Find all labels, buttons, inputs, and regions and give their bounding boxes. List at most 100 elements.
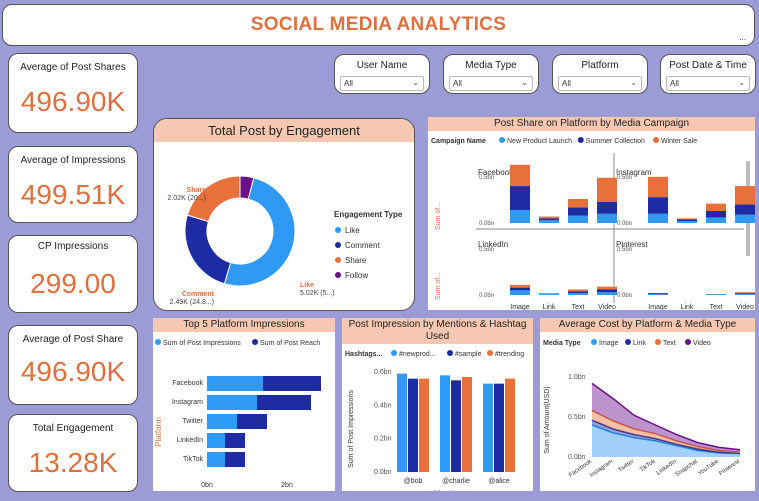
- bar: [225, 433, 245, 448]
- mentions-chart-title: Post Impression by Mentions & Hashtag Us…: [342, 318, 533, 344]
- bar-segment: [735, 293, 755, 295]
- legend-marker: [335, 257, 341, 263]
- slicer-dropdown[interactable]: All ⌄: [449, 76, 533, 91]
- x-tick-label: Text: [572, 304, 585, 310]
- title-bar: SOCIAL MEDIA ANALYTICS ...: [2, 4, 755, 46]
- bar-segment: [706, 294, 726, 295]
- campaign-chart[interactable]: Campaign Name New Product Launch Summer Co…: [428, 131, 755, 320]
- legend-marker: [591, 339, 597, 345]
- bar-segment: [568, 215, 588, 223]
- bar-segment: [539, 294, 559, 295]
- bar-segment: [568, 293, 588, 295]
- slicer-dropdown[interactable]: All ⌄: [340, 76, 424, 91]
- bar: [207, 395, 257, 410]
- slicer-dropdown[interactable]: All ⌄: [666, 76, 750, 91]
- legend-marker: [252, 339, 258, 345]
- bar: [225, 452, 245, 467]
- mentions-chart[interactable]: Hashtags... #newprod... #sample #trending 0.…: [342, 344, 533, 498]
- bar-segment: [510, 186, 530, 211]
- donut-title: Total Post by Engagement: [154, 119, 414, 142]
- y-tick-label: 0.0bn: [617, 221, 632, 227]
- legend-title: Media Type: [543, 340, 581, 347]
- bar-segment: [539, 293, 559, 295]
- slicer-platform[interactable]: Platform All ⌄: [552, 54, 648, 94]
- more-options-icon[interactable]: ...: [739, 33, 746, 42]
- y-tick-label: 0.5bn: [617, 247, 632, 253]
- bar-segment: [539, 216, 559, 219]
- cost-chart-panel: Average Cost by Platform & Media Type Me…: [540, 318, 755, 500]
- bar-segment: [568, 199, 588, 208]
- legend-label: Sum of Post Reach: [260, 340, 320, 347]
- slicer-media-type[interactable]: Media Type All ⌄: [443, 54, 539, 94]
- legend-label: #trending: [495, 351, 524, 358]
- y-axis-label: Sum of...: [435, 202, 442, 230]
- bar-segment: [677, 219, 697, 222]
- slicer-post-date[interactable]: Post Date & Time All ⌄: [660, 54, 756, 94]
- legend-label: Sum of Post Impressions: [163, 340, 241, 347]
- y-tick-label: 0.0bn: [374, 469, 392, 476]
- y-tick-label: Instagram: [172, 399, 203, 406]
- slice-label-name: Share: [187, 187, 207, 194]
- bar: [207, 433, 225, 448]
- bar: [257, 395, 311, 410]
- y-tick-label: 0.4bn: [374, 402, 392, 409]
- slicer-label: Platform: [581, 60, 619, 71]
- bar-segment: [648, 213, 668, 223]
- legend-label: #sample: [455, 351, 482, 358]
- y-tick-label: Facebook: [172, 380, 203, 387]
- slicer-user-name[interactable]: User Name All ⌄: [334, 54, 430, 94]
- kpi-value: 496.90K: [20, 86, 126, 117]
- bar-segment: [677, 221, 697, 223]
- legend-label: Winter Sale: [661, 138, 697, 145]
- slice-label-value: 2.49K (24.8...): [170, 299, 214, 306]
- bar-segment: [539, 218, 559, 221]
- bar-segment: [597, 292, 617, 295]
- x-tick-label: @alice: [488, 478, 510, 485]
- bar: [207, 414, 237, 429]
- donut-chart[interactable]: Like5.02K (5...)Comment2.49K (24.8...)Sh…: [154, 142, 415, 311]
- bar: [451, 380, 461, 472]
- slicer-label: User Name: [356, 60, 408, 71]
- legend-title: Hashtags...: [345, 351, 382, 358]
- legend-marker: [653, 137, 659, 143]
- slice-label-name: Comment: [182, 291, 215, 298]
- slicer-label: Post Date & Time: [669, 60, 747, 71]
- x-tick-label: Link: [543, 304, 556, 310]
- bar-segment: [597, 286, 617, 290]
- x-tick-label: Instagram: [589, 459, 614, 479]
- bar-segment: [510, 284, 530, 288]
- chevron-down-icon: ⌄: [521, 78, 528, 87]
- top5-chart[interactable]: Sum of Post Impressions Sum of Post Reach…: [153, 332, 335, 501]
- bar: [237, 414, 267, 429]
- slicer-value: All: [562, 79, 571, 88]
- legend-marker: [335, 242, 341, 248]
- legend-marker: [685, 339, 691, 345]
- legend-label: Text: [663, 340, 676, 347]
- x-tick-label: Video: [598, 304, 616, 310]
- kpi-label: Average of Impressions: [20, 155, 126, 166]
- slicer-value: All: [453, 79, 462, 88]
- y-tick-label: TikTok: [183, 456, 203, 463]
- x-tick-label: @bob: [404, 478, 423, 485]
- y-tick-label: 0.0bn: [479, 221, 494, 227]
- slice-label-value: 2.02K (20...): [167, 195, 206, 202]
- slicer-dropdown[interactable]: All ⌄: [558, 76, 642, 91]
- y-tick-label: 0.5bn: [479, 247, 494, 253]
- bar-segment: [735, 294, 755, 295]
- kpi-label: CP Impressions: [37, 241, 109, 252]
- legend-marker: [487, 350, 493, 356]
- bar-segment: [648, 176, 668, 198]
- chevron-down-icon: ⌄: [630, 78, 637, 87]
- x-tick-label: 2bn: [281, 482, 293, 489]
- cost-chart[interactable]: Media Type Image Link Text Video 0.0bn 0.5bn 1.…: [540, 332, 755, 500]
- kpi-card: Average of Post Share 496.90K: [8, 325, 138, 405]
- kpi-value: 13.28K: [28, 447, 118, 478]
- legend-marker: [391, 350, 397, 356]
- legend-title: Campaign Name: [431, 138, 486, 145]
- cost-chart-title: Average Cost by Platform & Media Type: [540, 318, 755, 332]
- mentions-chart-panel: Post Impression by Mentions & Hashtag Us…: [342, 318, 533, 498]
- bar-segment: [648, 294, 668, 295]
- chevron-down-icon: ⌄: [412, 78, 419, 87]
- legend-label: Like: [345, 226, 360, 235]
- legend-marker: [499, 137, 505, 143]
